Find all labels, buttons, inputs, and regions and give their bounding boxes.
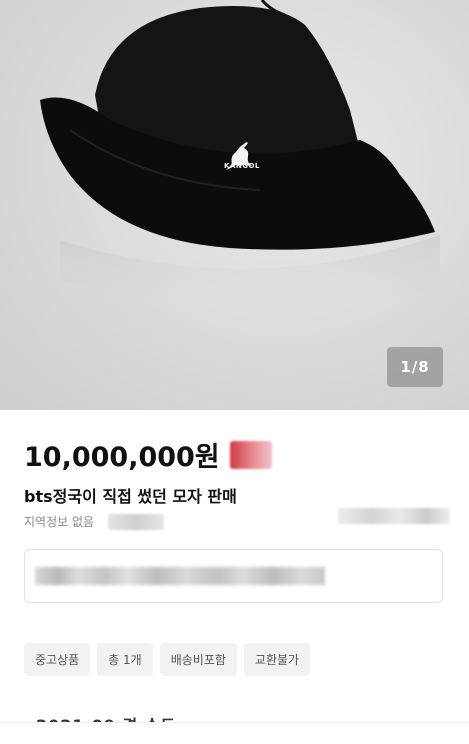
price: 10,000,000원	[24, 442, 220, 473]
hat-logo-text: KANGOL	[224, 162, 260, 170]
product-title: bts정국이 직접 썼던 모자 판매	[24, 487, 237, 506]
redacted-timestamp	[338, 508, 450, 524]
image-counter: 1/8	[387, 347, 443, 387]
region-info: 지역정보 없음	[24, 515, 95, 529]
tag-quantity: 총 1개	[97, 643, 153, 676]
redacted-region-detail	[108, 514, 164, 530]
redacted-message	[35, 567, 325, 585]
redacted-price-badge	[229, 440, 272, 469]
product-tags: 중고상품 총 1개 배송비포함 교환불가	[24, 643, 311, 676]
bottom-edge	[0, 722, 469, 744]
tag-shipping: 배송비포함	[159, 643, 237, 676]
tag-condition: 중고상품	[24, 643, 91, 676]
tag-exchange: 교환불가	[243, 643, 311, 676]
message-box[interactable]	[24, 549, 443, 603]
price-row: 10,000,000원	[24, 435, 272, 474]
